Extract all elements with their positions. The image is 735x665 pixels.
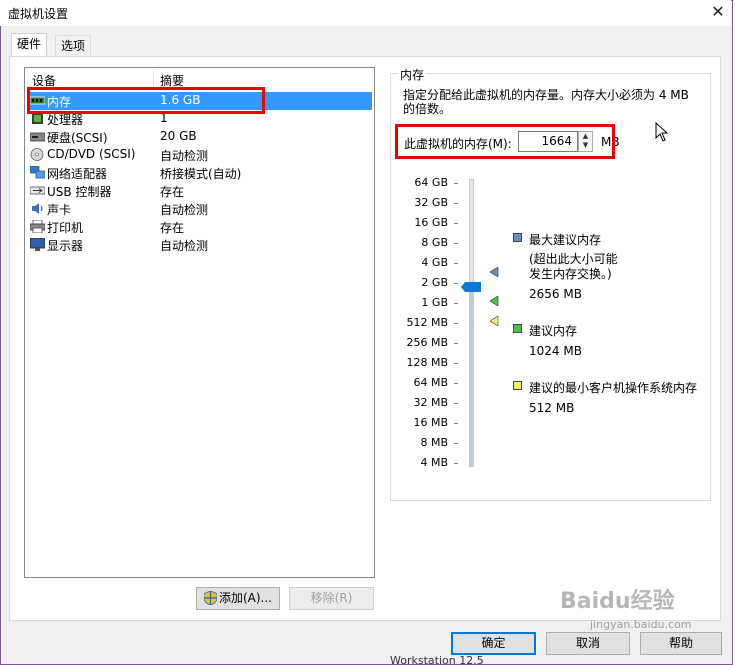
scale-label: 8 MB (420, 436, 448, 449)
hard-disk-icon (30, 132, 45, 142)
legend-swatch-max (513, 233, 522, 242)
device-list[interactable]: 设备 摘要 内存 1.6 GB 处理器 1 硬盘(SCSI) 20 GB CD/… (24, 67, 375, 578)
legend-swatch-min (513, 381, 522, 390)
window-title: 虚拟机设置 (8, 7, 69, 21)
scale-label: 16 GB (414, 216, 448, 229)
remove-device-button[interactable]: 移除(R) (289, 587, 374, 610)
memory-slider-fill (469, 284, 474, 467)
cd-dvd-icon (30, 148, 44, 161)
highlight-frame (395, 124, 615, 159)
memory-group-title: 内存 (398, 66, 427, 83)
monitor-icon (30, 238, 45, 251)
device-name: 网络适配器 (47, 167, 108, 181)
device-name: 打印机 (47, 221, 84, 235)
device-summary: 存在 (160, 221, 185, 235)
watermark-url: jingyan.baidu.com (590, 618, 692, 631)
scale-label: 32 GB (414, 196, 448, 209)
help-button[interactable]: 帮助 (640, 632, 722, 655)
scale-label: 16 MB (413, 416, 448, 429)
legend-rec-value: 1024 MB (529, 344, 582, 358)
scale-label: 4 MB (420, 456, 448, 469)
cancel-button[interactable]: 取消 (546, 632, 630, 655)
legend-max-title: 最大建议内存 (529, 233, 602, 247)
ok-button[interactable]: 确定 (451, 632, 536, 655)
device-summary: 自动检测 (160, 149, 209, 163)
device-name: 声卡 (47, 203, 72, 217)
title-bar: 虚拟机设置 ✕ (0, 0, 731, 26)
watermark-logo: Baidu经验 (560, 589, 675, 614)
shield-icon (203, 590, 218, 606)
scale-label: 2 GB (421, 276, 448, 289)
close-icon[interactable]: ✕ (708, 2, 728, 22)
scale-label: 8 GB (421, 236, 448, 249)
column-header-summary[interactable]: 摘要 (160, 72, 184, 88)
scale-label: 64 GB (414, 176, 448, 189)
mouse-cursor-icon (655, 122, 669, 142)
column-divider (153, 71, 154, 88)
legend-min-title: 建议的最小客户机操作系统内存 (529, 381, 698, 395)
add-device-button[interactable]: 添加(A)... (196, 587, 280, 610)
background-app-text: Workstation 12.5 (390, 654, 484, 665)
device-summary: 20 GB (160, 129, 197, 143)
memory-description: 指定分配给此虚拟机的内存量。内存大小必须为 4 MB 的倍数。 (403, 88, 689, 116)
device-row-usb-controller[interactable]: USB 控制器 存在 (27, 182, 372, 200)
max-recommended-marker-icon (490, 267, 499, 277)
scale-label: 64 MB (413, 376, 448, 389)
column-header-device[interactable]: 设备 (32, 72, 56, 88)
scale-label: 256 MB (406, 336, 448, 349)
scale-label: 1 GB (421, 296, 448, 309)
device-name: USB 控制器 (47, 185, 112, 199)
device-summary: 自动检测 (160, 239, 209, 253)
printer-icon (30, 220, 45, 233)
legend-swatch-recommended (513, 324, 522, 333)
device-row-cd-dvd[interactable]: CD/DVD (SCSI) 自动检测 (27, 146, 372, 164)
device-name: 显示器 (47, 239, 84, 253)
sound-card-icon (32, 203, 43, 214)
tab-options[interactable]: 选项 (55, 35, 92, 56)
device-summary: 桥接模式(自动) (160, 167, 242, 181)
scale-label: 4 GB (421, 256, 448, 269)
scale-label: 128 MB (406, 356, 448, 369)
device-summary: 存在 (160, 185, 185, 199)
device-summary: 自动检测 (160, 203, 209, 217)
memory-scale: 64 GB 32 GB 16 GB 8 GB 4 GB 2 GB 1 GB 51… (400, 176, 460, 472)
scale-label: 512 MB (406, 316, 448, 329)
legend-min-value: 512 MB (529, 401, 575, 415)
memory-slider-thumb[interactable] (461, 281, 481, 292)
device-row-hard-disk[interactable]: 硬盘(SCSI) 20 GB (27, 128, 372, 146)
legend-rec-title: 建议内存 (529, 324, 578, 338)
usb-icon (30, 186, 45, 195)
min-recommended-marker-icon (490, 316, 499, 326)
add-device-label: 添加(A)... (218, 591, 273, 605)
device-row-display[interactable]: 显示器 自动检测 (27, 236, 372, 254)
recommended-marker-icon (490, 296, 499, 306)
device-row-printer[interactable]: 打印机 存在 (27, 218, 372, 236)
device-row-sound-card[interactable]: 声卡 自动检测 (27, 200, 372, 218)
scale-label: 32 MB (413, 396, 448, 409)
legend-max-value: 2656 MB (529, 287, 582, 301)
device-row-network-adapter[interactable]: 网络适配器 桥接模式(自动) (27, 164, 372, 182)
device-name: CD/DVD (SCSI) (47, 147, 136, 161)
network-adapter-icon (30, 166, 45, 179)
tab-hardware[interactable]: 硬件 (11, 33, 48, 57)
device-name: 硬盘(SCSI) (47, 131, 108, 145)
legend-max-note: (超出此大小可能 发生内存交换。) (529, 252, 618, 281)
highlight-frame (27, 87, 265, 114)
